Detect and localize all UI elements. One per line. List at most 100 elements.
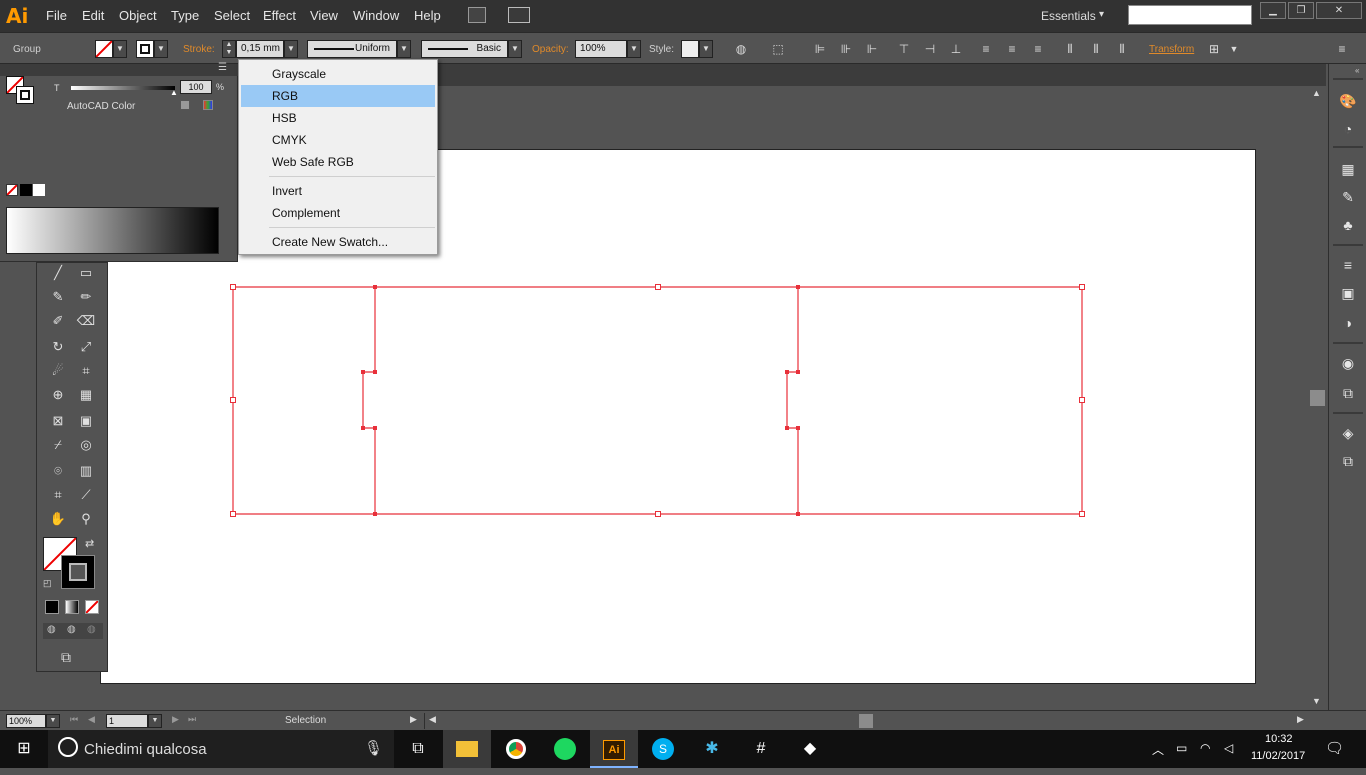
graphic-style-swatch[interactable] <box>681 40 699 58</box>
draw-behind-icon[interactable]: ◍ <box>67 624 76 635</box>
horizontal-scroll-thumb[interactable] <box>859 714 873 728</box>
menu-effect[interactable]: Effect <box>263 8 296 23</box>
scroll-right-icon[interactable]: ▶ <box>1297 714 1304 725</box>
draw-inside-icon[interactable]: ◍ <box>87 624 96 635</box>
pencil-tool-icon[interactable]: ✏ <box>75 287 97 307</box>
artboard-tool-icon[interactable]: ⌗ <box>47 485 69 505</box>
gradient-mode-icon[interactable] <box>65 600 79 614</box>
artboard-chevron-icon[interactable]: ▼ <box>148 714 162 728</box>
transparency-icon[interactable]: ◑ <box>1339 314 1357 332</box>
opacity-input[interactable]: 100% <box>575 40 627 58</box>
style-chevron-icon[interactable]: ▼ <box>699 40 713 58</box>
variable-width-profile[interactable]: Uniform <box>307 40 397 58</box>
control-panel-menu-icon[interactable]: ≡ <box>1334 41 1350 57</box>
isolate-chevron-icon[interactable]: ▼ <box>1226 41 1242 57</box>
horizontal-scrollbar[interactable]: ◀ ▶ <box>424 713 1308 729</box>
task-view-icon[interactable]: ⧉ <box>394 730 442 768</box>
slice-tool-icon[interactable]: ⟋ <box>75 485 97 505</box>
menu-item-hsb[interactable]: HSB <box>239 107 437 129</box>
menu-item-invert[interactable]: Invert <box>239 180 437 202</box>
menu-item-cmyk[interactable]: CMYK <box>239 129 437 151</box>
tint-slider[interactable] <box>71 86 175 90</box>
brush-definition[interactable]: Basic <box>421 40 508 58</box>
screen-mode-icon[interactable]: ⧉ <box>61 649 71 666</box>
vertical-scroll-thumb[interactable] <box>1310 390 1325 406</box>
scroll-left-icon[interactable]: ◀ <box>429 714 436 725</box>
line-segment-tool-icon[interactable]: ╱ <box>47 263 69 283</box>
horizontal-align-left-icon[interactable]: ⊫ <box>812 41 828 57</box>
drawing-modes[interactable]: ◍ ◍ ◍ <box>43 623 103 639</box>
rectangle-tool-icon[interactable]: ▭ <box>75 263 97 283</box>
first-artboard-icon[interactable]: ⏮ <box>70 714 78 725</box>
stroke-dropdown-chevron-icon[interactable]: ▼ <box>154 40 168 58</box>
collapse-dock-icon[interactable]: « <box>1355 66 1359 75</box>
rotate-tool-icon[interactable]: ↻ <box>47 337 69 357</box>
menu-edit[interactable]: Edit <box>82 8 104 23</box>
appearance-icon[interactable]: ◉ <box>1339 354 1357 372</box>
minimize-button[interactable]: ▁ <box>1260 2 1286 19</box>
gradient-panel-icon[interactable]: ▣ <box>1339 284 1357 302</box>
pinned-app-2-icon[interactable]: ◆ <box>786 730 834 768</box>
stroke-weight-chevron-icon[interactable]: ▼ <box>284 40 298 58</box>
menu-item-create-new-swatch[interactable]: Create New Swatch... <box>239 231 437 253</box>
pinned-app-icon[interactable]: ✱ <box>688 730 736 768</box>
vertical-distribute-center-icon[interactable]: ≡ <box>1004 41 1020 57</box>
horizontal-align-right-icon[interactable]: ⊩ <box>864 41 880 57</box>
tint-slider-handle-icon[interactable]: ▲ <box>170 88 178 97</box>
default-fill-stroke-icon[interactable]: ◰ <box>43 578 52 589</box>
restore-button[interactable]: ❐ <box>1288 2 1314 19</box>
perspective-grid-tool-icon[interactable]: ▦ <box>75 385 97 405</box>
mesh-tool-icon[interactable]: ⊠ <box>47 411 69 431</box>
volume-icon[interactable]: ◁ <box>1224 741 1233 755</box>
warp-tool-icon[interactable]: ☄ <box>47 361 69 381</box>
none-mode-icon[interactable] <box>85 600 99 614</box>
profile-chevron-icon[interactable]: ▼ <box>397 40 411 58</box>
layers-icon[interactable]: ◈ <box>1339 424 1357 442</box>
zoom-chevron-icon[interactable]: ▼ <box>46 714 60 728</box>
fill-dropdown-chevron-icon[interactable]: ▼ <box>113 40 127 58</box>
hand-tool-icon[interactable]: ✋ <box>47 509 69 529</box>
microphone-icon[interactable]: 🎙 <box>364 739 383 757</box>
menu-file[interactable]: File <box>46 8 67 23</box>
vertical-scrollbar[interactable]: ▲ ▼ <box>1309 86 1326 710</box>
blob-brush-tool-icon[interactable]: ✐ <box>47 311 69 331</box>
search-help-input[interactable] <box>1128 5 1252 25</box>
file-explorer-icon[interactable] <box>443 730 491 768</box>
arrange-documents-icon[interactable] <box>508 7 530 23</box>
zoom-level-input[interactable]: 100% <box>6 714 46 728</box>
stroke-weight-input[interactable]: 0,15 mm <box>236 40 284 58</box>
scroll-up-icon[interactable]: ▲ <box>1312 88 1321 98</box>
color-spectrum-ramp[interactable] <box>6 207 219 254</box>
chrome-icon[interactable] <box>492 730 540 768</box>
vertical-distribute-bottom-icon[interactable]: ≡ <box>1030 41 1046 57</box>
show-hidden-icons-chevron[interactable]: ︿ <box>1152 741 1164 758</box>
battery-icon[interactable]: ▭ <box>1176 741 1187 755</box>
menu-type[interactable]: Type <box>171 8 199 23</box>
out-of-gamut-icon[interactable] <box>180 100 190 110</box>
menu-item-complement[interactable]: Complement <box>239 202 437 224</box>
opacity-chevron-icon[interactable]: ▼ <box>627 40 641 58</box>
symbols-icon[interactable]: ♣ <box>1339 216 1357 234</box>
white-swatch[interactable] <box>33 184 45 196</box>
clock-time[interactable]: 10:32 <box>1265 733 1293 745</box>
vertical-align-top-icon[interactable]: ⊤ <box>896 41 912 57</box>
scroll-down-icon[interactable]: ▼ <box>1312 696 1321 706</box>
color-panel-icon[interactable]: 🎨 <box>1339 92 1357 110</box>
workspace-switcher[interactable]: Essentials <box>1041 9 1096 23</box>
stroke-label[interactable]: Stroke: <box>183 44 215 55</box>
color-mode-icon[interactable] <box>45 600 59 614</box>
cortana-search-box[interactable]: Chiedimi qualcosa 🎙 <box>48 730 394 768</box>
vertical-align-bottom-icon[interactable]: ⊥ <box>948 41 964 57</box>
shape-builder-tool-icon[interactable]: ⊕ <box>47 385 69 405</box>
horizontal-distribute-right-icon[interactable]: ⫴ <box>1114 41 1130 57</box>
vertical-align-center-icon[interactable]: ⊣ <box>922 41 938 57</box>
panel-menu-icon[interactable]: ☰ <box>218 62 227 73</box>
free-transform-tool-icon[interactable]: ⌗ <box>75 361 97 381</box>
stroke-color-box[interactable] <box>61 555 95 589</box>
stroke-stepper[interactable]: ▲ ▼ <box>222 40 236 58</box>
eyedropper-tool-icon[interactable]: ⌿ <box>47 435 69 455</box>
menu-window[interactable]: Window <box>353 8 399 23</box>
none-swatch-icon[interactable] <box>6 184 18 196</box>
swap-fill-stroke-icon[interactable]: ⇄ <box>85 537 94 550</box>
horizontal-distribute-left-icon[interactable]: ⫴ <box>1062 41 1078 57</box>
